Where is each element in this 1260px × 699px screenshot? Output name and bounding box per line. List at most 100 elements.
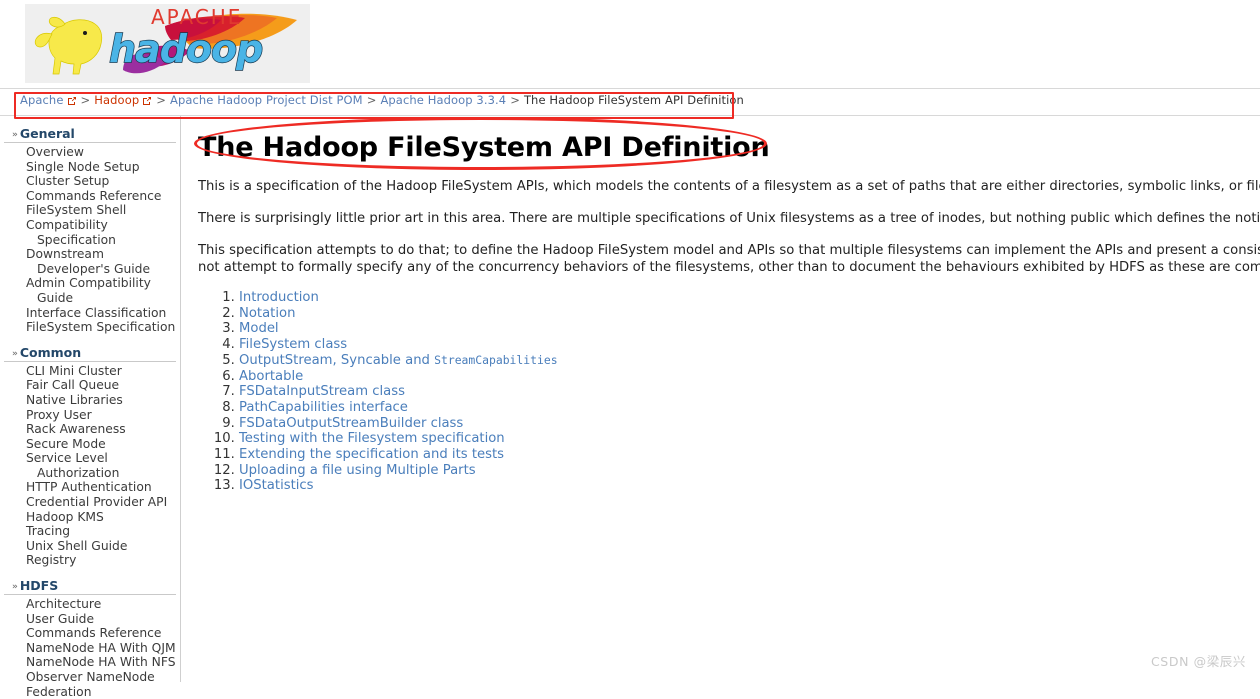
sidebar-item-compatibility[interactable]: Compatibility — [26, 218, 180, 233]
sidebar-link[interactable]: Architecture — [26, 597, 101, 611]
sidebar-item-architecture[interactable]: Architecture — [26, 597, 180, 612]
sidebar-item-observer-namenode[interactable]: Observer NameNode — [26, 670, 180, 685]
sidebar-item-native-libraries[interactable]: Native Libraries — [26, 393, 180, 408]
sidebar-item-authorization[interactable]: Authorization — [26, 466, 180, 481]
sidebar-link[interactable]: Unix Shell Guide — [26, 539, 127, 553]
sidebar-link[interactable]: Federation — [26, 685, 91, 699]
sidebar-link[interactable]: Authorization — [37, 466, 119, 480]
sidebar-link[interactable]: NameNode HA With QJM — [26, 641, 176, 655]
list-item[interactable]: FileSystem class — [239, 337, 1260, 352]
list-item[interactable]: Notation — [239, 306, 1260, 321]
sidebar-link[interactable]: Commands Reference — [26, 189, 161, 203]
toc-link[interactable]: OutputStream, Syncable and StreamCapabil… — [239, 353, 558, 368]
sidebar-link[interactable]: Developer's Guide — [37, 262, 150, 276]
sidebar-item-credential-provider-api[interactable]: Credential Provider API — [26, 495, 180, 510]
sidebar-link[interactable]: HTTP Authentication — [26, 480, 152, 494]
sidebar-item-specification[interactable]: Specification — [26, 233, 180, 248]
breadcrumb-item-hadoop[interactable]: Hadoop — [94, 93, 139, 107]
sidebar-item-fair-call-queue[interactable]: Fair Call Queue — [26, 378, 180, 393]
list-item[interactable]: FSDataInputStream class — [239, 384, 1260, 399]
sidebar-item-interface-classification[interactable]: Interface Classification — [26, 306, 180, 321]
list-item[interactable]: Testing with the Filesystem specificatio… — [239, 431, 1260, 446]
sidebar-link[interactable]: Compatibility — [26, 218, 108, 232]
list-item[interactable]: Model — [239, 321, 1260, 336]
sidebar-item-commands-reference[interactable]: Commands Reference — [26, 189, 180, 204]
sidebar-item-filesystem-shell[interactable]: FileSystem Shell — [26, 203, 180, 218]
sidebar-item-user-guide[interactable]: User Guide — [26, 612, 180, 627]
sidebar-link[interactable]: Interface Classification — [26, 306, 166, 320]
sidebar-item-federation[interactable]: Federation — [26, 685, 180, 699]
sidebar-item-single-node-setup[interactable]: Single Node Setup — [26, 160, 180, 175]
sidebar-link[interactable]: Observer NameNode — [26, 670, 155, 684]
list-item[interactable]: IOStatistics — [239, 478, 1260, 493]
list-item[interactable]: PathCapabilities interface — [239, 400, 1260, 415]
sidebar-item-service-level[interactable]: Service Level — [26, 451, 180, 466]
sidebar-link[interactable]: Rack Awareness — [26, 422, 126, 436]
toc-link[interactable]: FSDataOutputStreamBuilder class — [239, 416, 463, 431]
list-item[interactable]: Extending the specification and its test… — [239, 447, 1260, 462]
sidebar-item-cli-mini-cluster[interactable]: CLI Mini Cluster — [26, 364, 180, 379]
sidebar-link[interactable]: Secure Mode — [26, 437, 106, 451]
sidebar-link[interactable]: Downstream — [26, 247, 104, 261]
toc-link[interactable]: FSDataInputStream class — [239, 384, 405, 399]
list-item[interactable]: FSDataOutputStreamBuilder class — [239, 416, 1260, 431]
sidebar-item-proxy-user[interactable]: Proxy User — [26, 408, 180, 423]
sidebar-item-developers-guide[interactable]: Developer's Guide — [26, 262, 180, 277]
sidebar-section-header[interactable]: » Common — [4, 345, 176, 362]
list-item[interactable]: Uploading a file using Multiple Parts — [239, 463, 1260, 478]
sidebar-link[interactable]: Hadoop KMS — [26, 510, 104, 524]
breadcrumb-item-hadoop-version[interactable]: Apache Hadoop 3.3.4 — [380, 93, 506, 107]
sidebar-item-rack-awareness[interactable]: Rack Awareness — [26, 422, 180, 437]
sidebar-link[interactable]: Tracing — [26, 524, 70, 538]
sidebar-section-header[interactable]: » General — [4, 126, 176, 143]
breadcrumb-item-apache[interactable]: Apache — [20, 93, 64, 107]
toc-link[interactable]: Model — [239, 321, 279, 336]
sidebar-item-overview[interactable]: Overview — [26, 145, 180, 160]
sidebar-item-secure-mode[interactable]: Secure Mode — [26, 437, 180, 452]
sidebar-item-namenode-ha-nfs[interactable]: NameNode HA With NFS — [26, 655, 180, 670]
sidebar-item-tracing[interactable]: Tracing — [26, 524, 180, 539]
sidebar-item-http-authentication[interactable]: HTTP Authentication — [26, 480, 180, 495]
toc-link[interactable]: PathCapabilities interface — [239, 400, 408, 415]
sidebar-item-registry[interactable]: Registry — [26, 553, 180, 568]
sidebar-link[interactable]: FileSystem Specification — [26, 320, 175, 334]
sidebar-link[interactable]: Proxy User — [26, 408, 92, 422]
toc-link[interactable]: IOStatistics — [239, 478, 314, 493]
toc-link[interactable]: Extending the specification and its test… — [239, 447, 504, 462]
sidebar-link[interactable]: Registry — [26, 553, 76, 567]
toc-link[interactable]: Introduction — [239, 290, 319, 305]
sidebar-link[interactable]: Native Libraries — [26, 393, 123, 407]
sidebar-item-admin-compatibility[interactable]: Admin Compatibility — [26, 276, 180, 291]
sidebar-item-cluster-setup[interactable]: Cluster Setup — [26, 174, 180, 189]
breadcrumb-item-project-dist-pom[interactable]: Apache Hadoop Project Dist POM — [170, 93, 363, 107]
sidebar-link[interactable]: NameNode HA With NFS — [26, 655, 176, 669]
sidebar-link[interactable]: Fair Call Queue — [26, 378, 119, 392]
list-item[interactable]: OutputStream, Syncable and StreamCapabil… — [239, 353, 1260, 368]
sidebar-link[interactable]: Cluster Setup — [26, 174, 109, 188]
hadoop-logo[interactable]: APACHE hadoop — [25, 4, 310, 83]
sidebar-link[interactable]: CLI Mini Cluster — [26, 364, 122, 378]
sidebar-link[interactable]: Commands Reference — [26, 626, 161, 640]
sidebar-link[interactable]: User Guide — [26, 612, 94, 626]
list-item[interactable]: Abortable — [239, 369, 1260, 384]
sidebar-item-downstream[interactable]: Downstream — [26, 247, 180, 262]
list-item[interactable]: Introduction — [239, 290, 1260, 305]
toc-link[interactable]: FileSystem class — [239, 337, 347, 352]
toc-link[interactable]: Abortable — [239, 369, 303, 384]
sidebar-section-header[interactable]: » HDFS — [4, 578, 176, 596]
sidebar-link[interactable]: Admin Compatibility — [26, 276, 151, 290]
sidebar-link[interactable]: Specification — [37, 233, 116, 247]
toc-link[interactable]: Notation — [239, 306, 295, 321]
toc-link[interactable]: Uploading a file using Multiple Parts — [239, 463, 476, 478]
toc-link[interactable]: Testing with the Filesystem specificatio… — [239, 431, 505, 446]
sidebar-item-guide[interactable]: Guide — [26, 291, 180, 306]
sidebar-item-filesystem-specification[interactable]: FileSystem Specification — [26, 320, 180, 335]
sidebar-link[interactable]: Overview — [26, 145, 84, 159]
sidebar-item-namenode-ha-qjm[interactable]: NameNode HA With QJM — [26, 641, 180, 656]
sidebar-link[interactable]: Single Node Setup — [26, 160, 140, 174]
sidebar-link[interactable]: Service Level — [26, 451, 108, 465]
sidebar-item-unix-shell-guide[interactable]: Unix Shell Guide — [26, 539, 180, 554]
sidebar-item-hadoop-kms[interactable]: Hadoop KMS — [26, 510, 180, 525]
sidebar-item-hdfs-commands-reference[interactable]: Commands Reference — [26, 626, 180, 641]
sidebar-link[interactable]: Credential Provider API — [26, 495, 167, 509]
